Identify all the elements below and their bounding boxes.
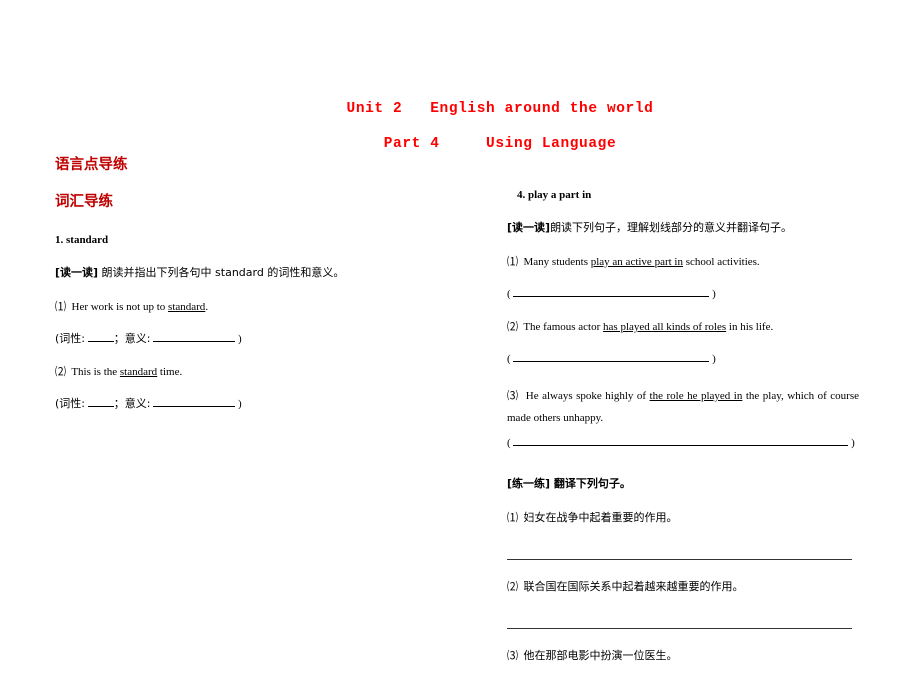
blank-paren-open: ( xyxy=(507,287,511,300)
item-text-before: The famous actor xyxy=(523,320,604,333)
instruction-text-read-left: 朗读并指出下列各句中 standard 的词性和意义。 xyxy=(98,266,345,279)
instruction-text-read-right: 朗读下列句子，理解划线部分的意义并翻译句子。 xyxy=(550,221,793,234)
blank-paren-close: ) xyxy=(712,352,716,365)
blank-paren-open: ( xyxy=(507,437,511,450)
item-text-underlined: standard xyxy=(119,365,158,378)
item-text-after: . xyxy=(205,300,209,313)
document-page: Unit 2 English around the world Part 4 U… xyxy=(0,0,920,662)
answer-blank-row[interactable]: (词性: ；意义: ) xyxy=(55,332,395,346)
right-column: 4. play a part in [读一读]朗读下列句子，理解划线部分的意义并… xyxy=(507,190,859,681)
item-text-after: time. xyxy=(157,365,183,378)
blank-label-suffix: ) xyxy=(237,332,242,345)
item-text-before: Her work is not up to xyxy=(71,300,169,313)
translation-blank-field[interactable] xyxy=(513,352,710,362)
blank-paren-open: ( xyxy=(507,352,511,365)
item-marker: ⑴ xyxy=(55,300,66,313)
item-text-underlined: standard xyxy=(168,300,206,313)
blank-field-part-of-speech[interactable] xyxy=(87,332,114,342)
item-text-before: He always spoke highly of xyxy=(525,389,650,402)
translation-blank-field[interactable] xyxy=(513,287,710,297)
blank-field-meaning[interactable] xyxy=(153,332,236,342)
instruction-tag-read-left: [读一读] xyxy=(55,266,99,279)
item-text: 联合国在国际关系中起着越来越重要的作用。 xyxy=(523,579,744,593)
blank-paren-close: ) xyxy=(712,287,716,300)
blank-label-suffix: ) xyxy=(237,397,242,410)
instruction-text-practice: 翻译下列句子。 xyxy=(550,477,631,491)
item-marker: ⑴ xyxy=(507,512,518,525)
unit-title: Unit 2 English around the world xyxy=(346,101,654,117)
translation-blank-row[interactable]: ( ) xyxy=(507,287,859,301)
item-text-underlined: play an active part in xyxy=(590,255,683,268)
blank-field-part-of-speech[interactable] xyxy=(87,397,114,407)
instruction-read-left: [读一读] 朗读并指出下列各句中 standard 的词性和意义。 xyxy=(55,266,395,281)
entry-title-standard: 1. standard xyxy=(55,234,109,246)
item-text-before: Many students xyxy=(523,255,591,268)
item-marker: ⑵ xyxy=(55,365,66,378)
entry-title-play-a-part-in: 4. play a part in xyxy=(517,189,592,201)
blank-label-middle: ；意义: xyxy=(113,396,151,410)
translation-answer-line[interactable] xyxy=(507,627,852,629)
list-item: ⑵ This is the standard time. xyxy=(55,365,395,380)
item-text-before: This is the xyxy=(71,365,120,378)
item-text: 妇女在战争中起着重要的作用。 xyxy=(523,511,678,525)
item-marker: ⑶ xyxy=(507,649,518,662)
item-text-underlined: the role he played in xyxy=(649,389,743,402)
item-marker: ⑴ xyxy=(507,255,518,268)
document-title-block: Unit 2 English around the world Part 4 U… xyxy=(330,102,670,151)
blank-paren-close: ) xyxy=(851,437,855,450)
item-marker: ⑵ xyxy=(507,580,518,593)
item-marker: ⑶ xyxy=(507,389,519,402)
answer-blank-row[interactable]: (词性: ；意义: ) xyxy=(55,397,395,411)
translation-answer-line[interactable] xyxy=(507,558,852,560)
instruction-read-right: [读一读]朗读下列句子，理解划线部分的意义并翻译句子。 xyxy=(507,221,859,236)
item-text-after: school activities. xyxy=(682,255,760,268)
blank-label-prefix: (词性: xyxy=(55,396,85,410)
section-heading-vocabulary: 词汇导练 xyxy=(55,193,113,210)
translation-blank-row[interactable]: ( ) xyxy=(507,352,859,366)
list-item: ⑴ Many students play an active part in s… xyxy=(507,255,859,270)
left-column: 语言点导练 词汇导练 1. standard [读一读] 朗读并指出下列各句中 … xyxy=(55,158,395,430)
blank-field-meaning[interactable] xyxy=(153,397,236,407)
blank-label-prefix: (词性: xyxy=(55,331,85,345)
list-item: ⑶ He always spoke highly of the role he … xyxy=(507,385,859,430)
instruction-practice: [练一练] 翻译下列句子。 xyxy=(507,477,859,492)
item-marker: ⑵ xyxy=(507,320,518,333)
blank-label-middle: ；意义: xyxy=(113,331,151,345)
translation-blank-row[interactable]: ( ) xyxy=(507,436,859,450)
section-heading-language-points: 语言点导练 xyxy=(55,157,128,173)
list-item: ⑴ Her work is not up to standard. xyxy=(55,300,395,315)
instruction-tag-read-right: [读一读] xyxy=(507,221,551,234)
list-item: ⑴ 妇女在战争中起着重要的作用。 xyxy=(507,511,859,526)
instruction-tag-practice: [练一练] xyxy=(507,477,551,491)
item-text-after: in his life. xyxy=(726,320,774,333)
translation-blank-field[interactable] xyxy=(513,436,849,447)
list-item: ⑵ 联合国在国际关系中起着越来越重要的作用。 xyxy=(507,580,859,595)
item-text-underlined: has played all kinds of roles xyxy=(603,320,727,333)
part-title: Part 4 Using Language xyxy=(383,135,617,152)
list-item: ⑵ The famous actor has played all kinds … xyxy=(507,320,859,335)
